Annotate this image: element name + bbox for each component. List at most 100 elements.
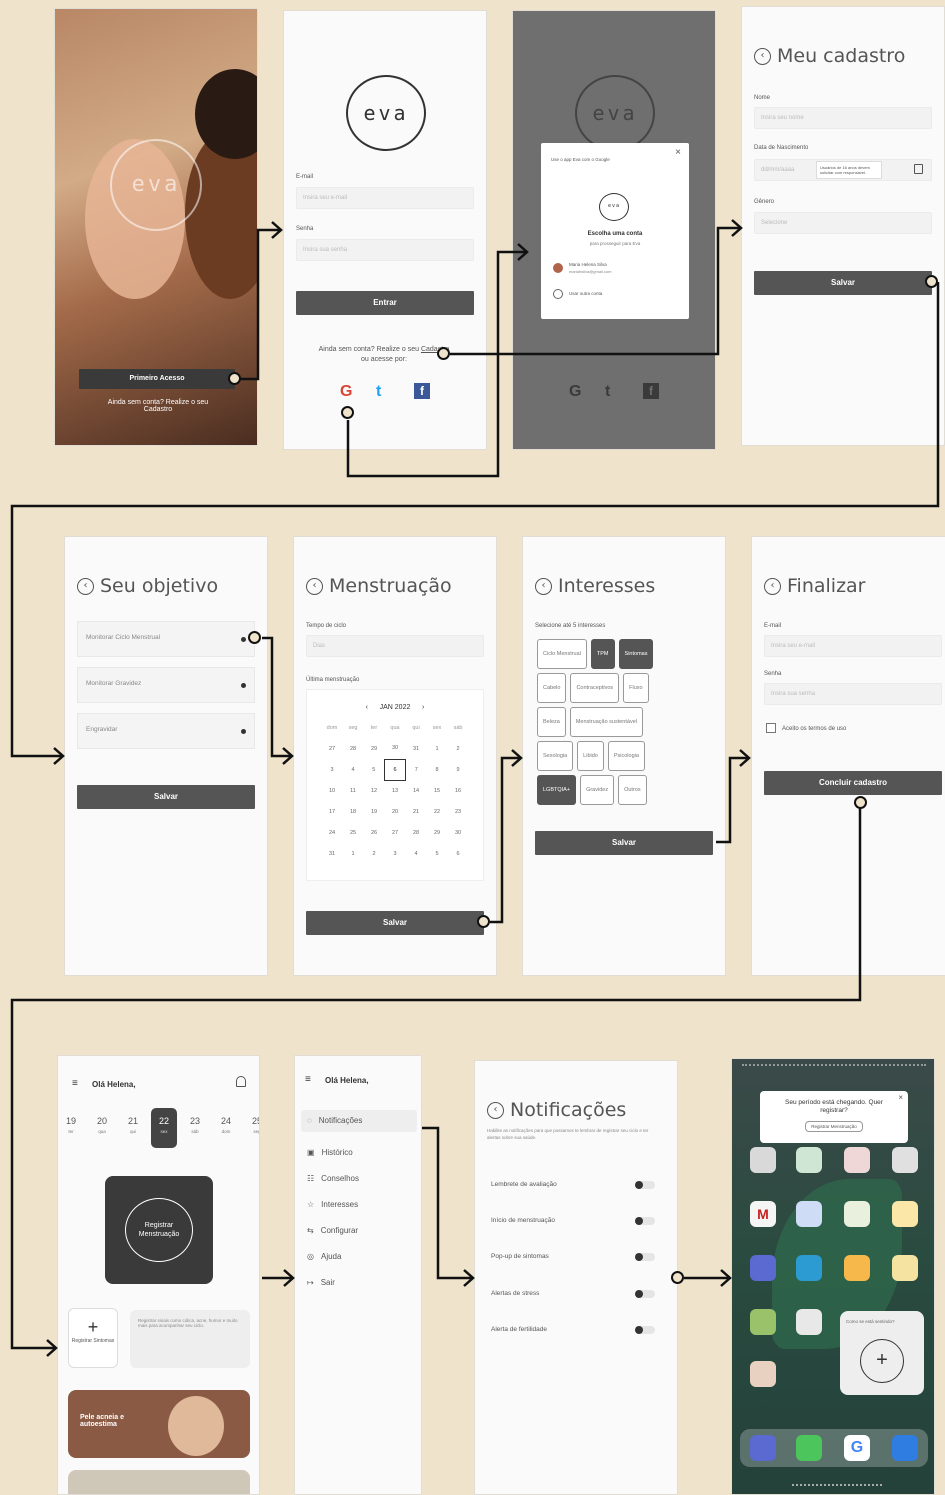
notif-toggle[interactable]: [635, 1181, 655, 1189]
email-input[interactable]: Insira seu e-mail: [764, 635, 942, 657]
google-icon[interactable]: G: [340, 383, 352, 401]
calendar-day[interactable]: 4: [343, 759, 364, 780]
calendar-day[interactable]: 30: [448, 822, 469, 843]
hamburger-icon[interactable]: ≡: [72, 1078, 78, 1089]
calendar-day[interactable]: 19: [364, 801, 385, 822]
app-icon[interactable]: [750, 1255, 776, 1281]
calendar-day[interactable]: 16: [448, 780, 469, 801]
day-item[interactable]: 20 qua: [89, 1108, 115, 1148]
notif-toggle[interactable]: [635, 1217, 655, 1225]
interest-chip[interactable]: Contraceptivos: [570, 673, 620, 703]
menu-item-notifications[interactable]: ◌ Notificações: [307, 1116, 362, 1125]
calendar-day[interactable]: 7: [406, 759, 427, 780]
calendar-day[interactable]: 14: [406, 780, 427, 801]
calendar-day[interactable]: 21: [406, 801, 427, 822]
cycle-input[interactable]: Dias: [306, 635, 484, 657]
calendar-day[interactable]: 31: [322, 843, 343, 864]
calendar-day[interactable]: 3: [385, 843, 406, 864]
menu-item-help[interactable]: ◎ Ajuda: [307, 1252, 341, 1261]
account-name[interactable]: Maria Helena Silva: [569, 262, 607, 267]
calendar-day[interactable]: 2: [448, 738, 469, 759]
article-card[interactable]: Pele acneia e autoestima: [68, 1390, 250, 1458]
signup-hint[interactable]: Ainda sem conta? Realize o seu Cadastro: [95, 399, 221, 413]
calendar-day[interactable]: 5: [427, 843, 448, 864]
day-item[interactable]: 21 qui: [120, 1108, 146, 1148]
hamburger-icon[interactable]: ≡: [305, 1074, 311, 1085]
app-icon[interactable]: [892, 1201, 918, 1227]
interest-chip[interactable]: Menstruação sustentável: [569, 707, 643, 737]
menu-item-interests[interactable]: ☆ Interesses: [307, 1200, 358, 1209]
interest-chip[interactable]: Fluxo: [623, 673, 649, 703]
calendar-day[interactable]: 22: [427, 801, 448, 822]
calendar-day[interactable]: 26: [364, 822, 385, 843]
password-input[interactable]: Insira sua senha: [764, 683, 942, 705]
day-item[interactable]: 25 seg: [244, 1108, 259, 1148]
email-input[interactable]: Insira seu e-mail: [296, 187, 474, 209]
notif-toggle[interactable]: [635, 1253, 655, 1261]
calendar-day[interactable]: 2: [364, 843, 385, 864]
goal-option[interactable]: Engravidar: [77, 713, 255, 749]
calendar-day[interactable]: 1: [427, 738, 448, 759]
calendar-day[interactable]: 25: [343, 822, 364, 843]
close-icon[interactable]: ×: [898, 1093, 903, 1102]
calendar-day[interactable]: 20: [385, 801, 406, 822]
back-icon[interactable]: ‹: [487, 1101, 504, 1119]
calendar-day[interactable]: 17: [322, 801, 343, 822]
calendar-day[interactable]: 6: [384, 758, 406, 781]
calendar-day[interactable]: 12: [364, 780, 385, 801]
app-icon[interactable]: [844, 1255, 870, 1281]
notification-popup[interactable]: Seu período está chegando. Quer registra…: [760, 1091, 908, 1143]
app-icon[interactable]: [796, 1255, 822, 1281]
interest-chip[interactable]: Cabelo: [537, 673, 567, 703]
calendar-icon[interactable]: [914, 164, 923, 174]
close-icon[interactable]: ×: [675, 147, 681, 158]
app-icon[interactable]: [750, 1361, 776, 1387]
save-button[interactable]: Salvar: [306, 911, 484, 935]
gender-select[interactable]: Selecione: [754, 212, 932, 234]
calendar-day[interactable]: 18: [343, 801, 364, 822]
menu-item-settings[interactable]: ⇆ Configurar: [307, 1226, 358, 1235]
goal-option[interactable]: Monitorar Ciclo Menstrual: [77, 621, 255, 657]
calendar-day[interactable]: 29: [364, 738, 385, 759]
calendar-day[interactable]: 10: [322, 780, 343, 801]
goal-option[interactable]: Monitorar Gravidez: [77, 667, 255, 703]
article-card-2[interactable]: [68, 1470, 250, 1494]
menu-item-advice[interactable]: ☷ Conselhos: [307, 1174, 359, 1183]
calendar-day[interactable]: 29: [427, 822, 448, 843]
gmail-icon[interactable]: M: [750, 1201, 776, 1227]
popup-button[interactable]: Registrar Menstruação: [805, 1121, 863, 1132]
first-access-button[interactable]: Primeiro Acesso: [79, 369, 235, 389]
symptoms-button[interactable]: + Registrar Sintomas: [68, 1308, 118, 1368]
app-icon[interactable]: [844, 1147, 870, 1173]
app-icon[interactable]: [844, 1201, 870, 1227]
login-button[interactable]: Entrar: [296, 291, 474, 315]
name-input[interactable]: Insira seu nome: [754, 107, 932, 129]
widget-plus-button[interactable]: +: [860, 1339, 904, 1383]
interest-chip[interactable]: TPM: [590, 639, 615, 669]
interest-chip[interactable]: Gravidez: [580, 775, 615, 805]
calendar-day[interactable]: 1: [343, 843, 364, 864]
interest-chip[interactable]: Libido: [577, 741, 604, 771]
calendar-day[interactable]: 8: [427, 759, 448, 780]
back-icon[interactable]: ‹: [77, 577, 94, 595]
menu-item-logout[interactable]: ↦ Sair: [307, 1278, 335, 1287]
interest-chip[interactable]: Beleza: [537, 707, 566, 737]
day-item[interactable]: 22 sex: [151, 1108, 177, 1148]
interest-chip[interactable]: Sintomas: [618, 639, 654, 669]
calendar-day[interactable]: 3: [322, 759, 343, 780]
bell-icon[interactable]: [236, 1076, 246, 1087]
google-icon[interactable]: G: [844, 1435, 870, 1461]
day-item[interactable]: 23 sáb: [182, 1108, 208, 1148]
calendar-day[interactable]: 31: [406, 738, 427, 759]
back-icon[interactable]: ‹: [306, 577, 323, 595]
back-icon[interactable]: ‹: [754, 47, 771, 65]
interest-chip[interactable]: Ciclo Menstrual: [537, 639, 587, 669]
save-button[interactable]: Salvar: [535, 831, 713, 855]
menu-item-history[interactable]: ▣ Histórico: [307, 1148, 353, 1157]
calendar-day[interactable]: 23: [448, 801, 469, 822]
camera-icon[interactable]: [892, 1435, 918, 1461]
app-icon[interactable]: [796, 1201, 822, 1227]
notif-toggle[interactable]: [635, 1326, 655, 1334]
interest-chip[interactable]: Sexologia: [537, 741, 574, 771]
finish-button[interactable]: Concluir cadastro: [764, 771, 942, 795]
